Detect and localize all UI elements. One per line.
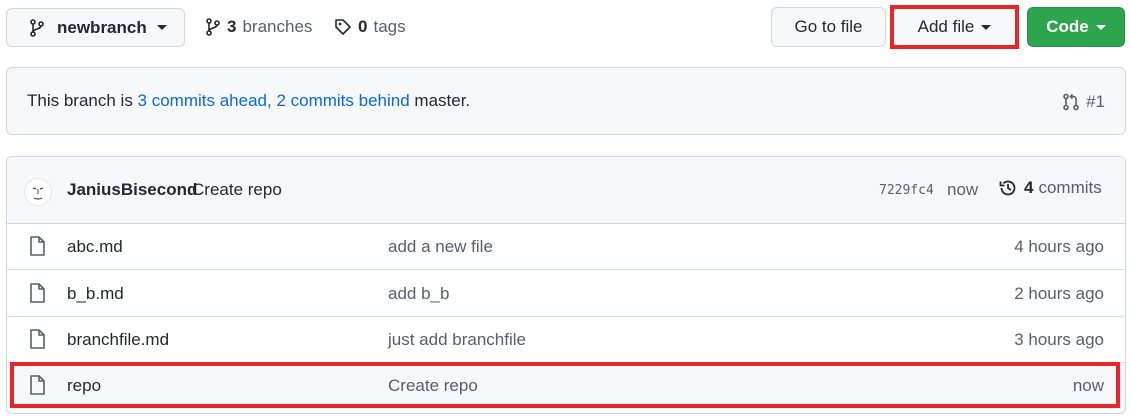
table-row[interactable]: b_b.md add b_b 2 hours ago [7,271,1125,317]
file-age: 2 hours ago [1014,284,1104,303]
latest-commit-row: JaniusBisecond Create repo 7229fc4 now 4… [7,157,1125,224]
avatar[interactable] [24,178,52,206]
go-to-file-button[interactable]: Go to file [771,7,886,47]
branch-info-suffix: master. [409,91,471,110]
file-commit-message[interactable]: add b_b [388,284,449,304]
commit-author[interactable]: JaniusBisecond [67,180,197,200]
commit-message[interactable]: Create repo [192,180,282,200]
commits-count: 4 [1024,178,1034,197]
file-age: 4 hours ago [1014,237,1104,256]
go-to-file-label: Go to file [794,17,863,36]
branches-label: branches [242,17,313,36]
commits-label: commits [1038,178,1102,197]
history-icon [999,180,1016,196]
file-icon [30,375,45,395]
file-age: 3 hours ago [1014,330,1104,349]
file-commit-message[interactable]: add a new file [388,237,493,257]
table-row[interactable]: repo Create repo now [7,363,1125,409]
commit-sha[interactable]: 7229fc4 [879,183,934,198]
avatar-face-icon [32,187,44,200]
commit-time: now [947,180,979,199]
add-file-highlight [890,5,1019,49]
branches-count: 3 [227,17,237,36]
code-label: Code [1046,17,1089,36]
comma-separator: , [267,91,277,110]
branch-comparison-banner: This branch is 3 commits ahead , 2 commi… [6,67,1126,135]
code-button[interactable]: Code [1027,7,1125,47]
table-row[interactable]: branchfile.md just add branchfile 3 hour… [7,317,1125,363]
file-list: JaniusBisecond Create repo 7229fc4 now 4… [6,156,1126,414]
branch-name: newbranch [57,17,147,37]
file-age: now [1072,376,1104,395]
pull-request-link[interactable]: #1 [1062,92,1105,112]
tags-link[interactable]: 0 tags [334,14,406,40]
table-row[interactable]: abc.md add a new file 4 hours ago [7,224,1125,270]
tags-count: 0 [358,17,368,36]
commits-ahead-link[interactable]: 3 commits ahead [138,91,267,111]
file-icon [30,236,45,256]
file-name[interactable]: branchfile.md [67,330,169,350]
file-name[interactable]: b_b.md [67,284,124,304]
file-name[interactable]: abc.md [67,237,123,257]
branches-link[interactable]: 3 branches [205,14,312,40]
tags-label: tags [373,17,406,36]
branch-selector-button[interactable]: newbranch [6,8,185,47]
chevron-down-icon [156,25,167,30]
file-name[interactable]: repo [67,376,101,396]
file-icon [30,283,45,303]
chevron-down-icon [1095,24,1106,30]
file-commit-message[interactable]: just add branchfile [388,330,526,350]
commits-behind-link[interactable]: 2 commits behind [276,91,409,111]
branch-info-prefix: This branch is [27,91,138,110]
file-icon [30,329,45,349]
git-branch-icon [30,18,44,37]
pull-request-number: #1 [1086,92,1105,111]
git-branch-icon [206,18,220,36]
pull-request-icon [1063,93,1079,111]
tag-icon [335,19,351,35]
commits-history-link[interactable]: 4 commits [998,178,1102,198]
file-commit-message[interactable]: Create repo [388,376,478,396]
